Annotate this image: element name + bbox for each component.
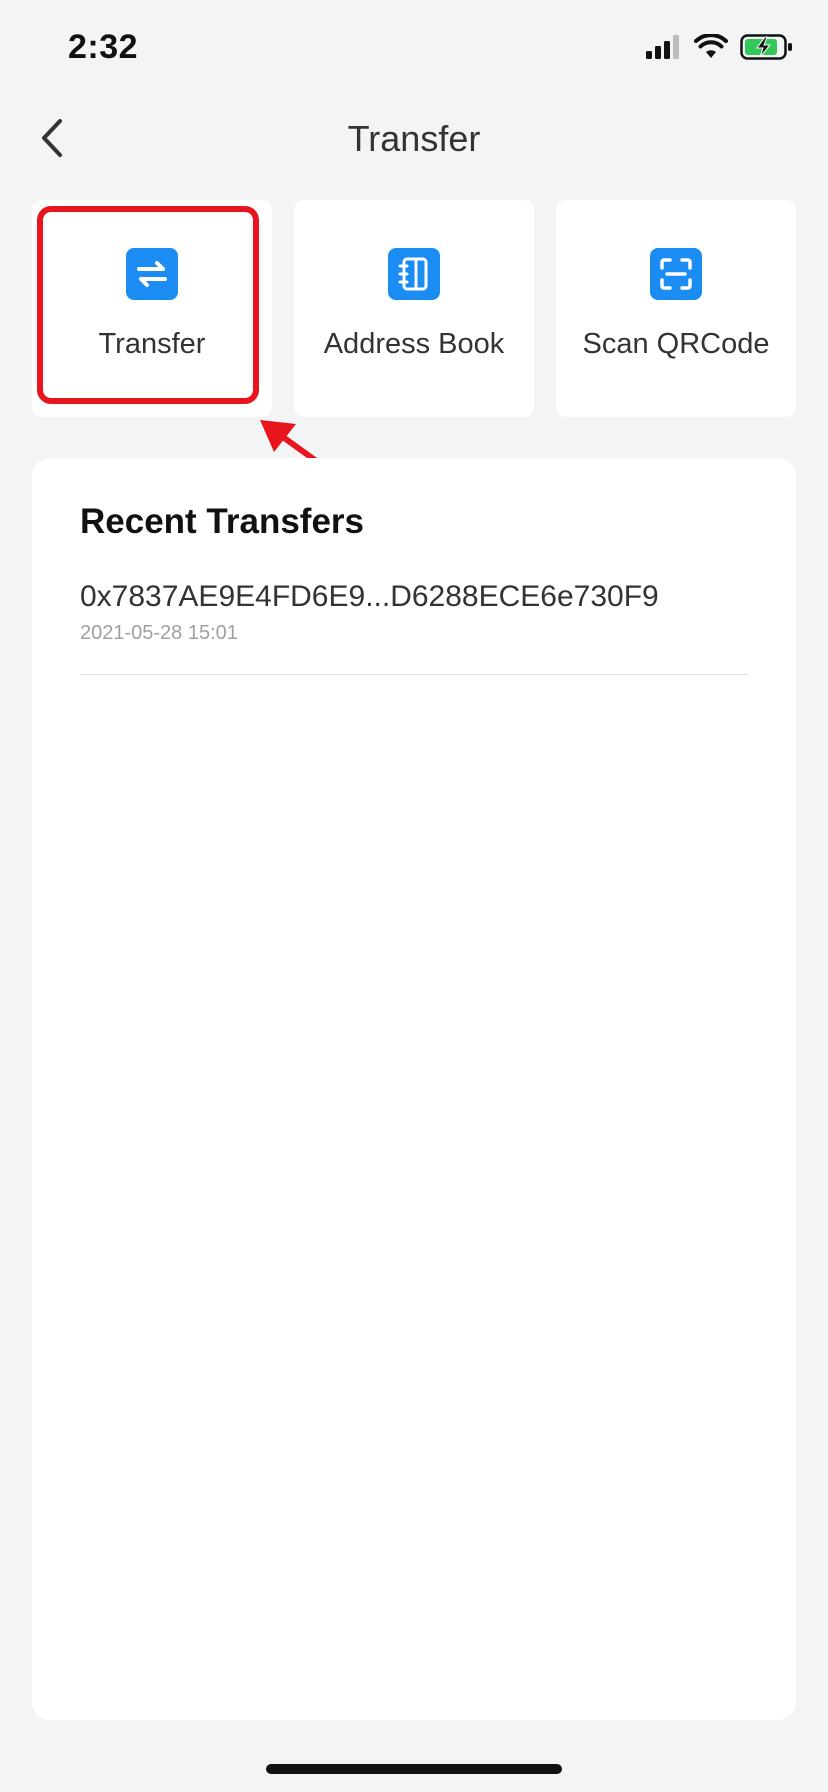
transfer-action-label: Transfer <box>98 328 206 360</box>
home-indicator[interactable] <box>266 1764 562 1774</box>
page-title: Transfer <box>347 118 481 159</box>
address-book-action-label: Address Book <box>323 328 505 360</box>
address-book-icon <box>388 248 440 300</box>
status-time: 2:32 <box>68 28 139 66</box>
battery-charging-icon <box>740 34 794 65</box>
recent-transfers-panel: Recent Transfers 0x7837AE9E4FD6E9...D628… <box>32 458 796 1720</box>
recent-transfer-address: 0x7837AE9E4FD6E9...D6288ECE6e730F9 <box>80 580 659 613</box>
status-icons <box>646 33 794 65</box>
transfer-action-card[interactable]: Transfer <box>32 200 272 417</box>
recent-transfer-item[interactable]: 0x7837AE9E4FD6E9...D6288ECE6e730F9 2021-… <box>80 578 748 675</box>
signal-icon <box>646 35 682 64</box>
recent-transfers-title: Recent Transfers <box>80 502 365 541</box>
nav-bar: Transfer <box>0 100 828 180</box>
transfer-arrows-icon <box>126 248 178 300</box>
wifi-icon <box>694 33 728 65</box>
recent-transfer-date: 2021-05-28 15:01 <box>80 622 238 644</box>
address-book-action-card[interactable]: Address Book <box>294 200 534 417</box>
scan-qrcode-action-card[interactable]: Scan QRCode <box>556 200 796 417</box>
scan-qr-icon <box>650 248 702 300</box>
scan-qrcode-action-label: Scan QRCode <box>582 328 770 360</box>
status-bar: 2:32 <box>0 0 828 100</box>
